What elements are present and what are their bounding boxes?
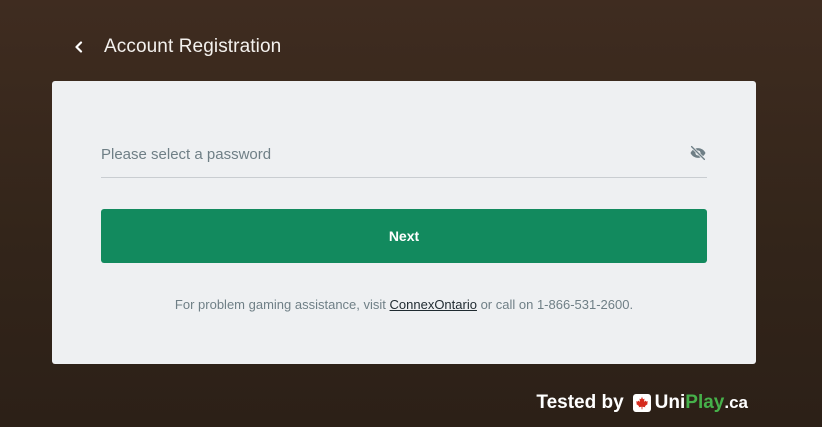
help-text-suffix: or call on 1-866-531-2600. [476,297,634,312]
brand-play: Play [685,392,725,413]
back-button[interactable] [70,38,88,56]
page-header: Account Registration [70,30,281,64]
connexontario-link[interactable]: ConnexOntario [390,297,477,312]
password-field [101,139,707,178]
maple-leaf-icon [632,394,651,412]
registration-card: Next For problem gaming assistance, visi… [52,81,756,364]
password-input[interactable] [101,139,661,169]
chevron-left-icon [75,41,83,53]
tested-by-label: Tested by [536,392,624,413]
next-button[interactable]: Next [101,209,707,263]
password-visibility-toggle[interactable] [689,144,707,162]
brand-tld: .ca [724,393,748,412]
brand-uni: Uni [654,392,686,413]
help-text: For problem gaming assistance, visit Con… [52,297,756,312]
tested-by-badge: Tested by Uni Play .ca [536,392,748,414]
eye-off-icon [690,145,706,161]
page-title: Account Registration [104,36,282,57]
help-text-prefix: For problem gaming assistance, visit [174,297,390,312]
